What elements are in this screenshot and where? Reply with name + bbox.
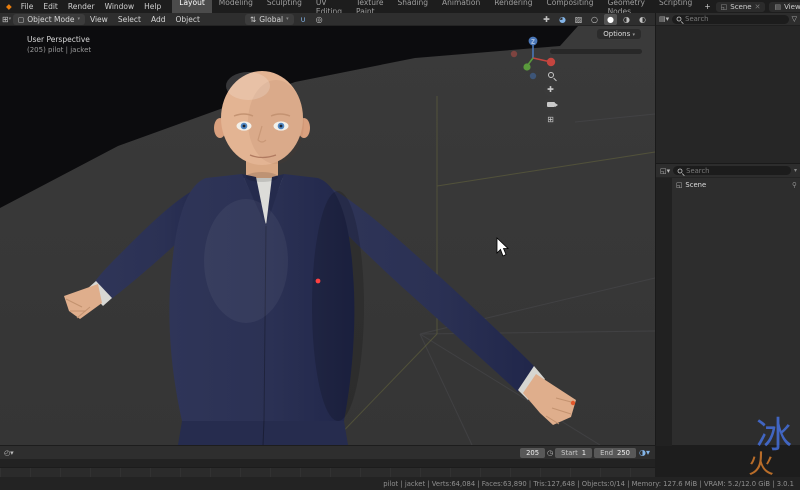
status-stats: pilot | jacket | Verts:64,084 | Faces:63… — [383, 480, 794, 488]
viewlayer-icon: ▤ — [774, 3, 781, 11]
orientation-dropdown[interactable]: ⇅Global▾ — [245, 14, 294, 25]
menu-render[interactable]: Render — [63, 2, 100, 11]
gizmos-toggle-icon[interactable]: ✚ — [540, 14, 553, 25]
pan-icon[interactable]: ✚ — [544, 83, 557, 96]
scene-icon: ◱ — [721, 3, 728, 11]
topbar: ◆ FileEditRenderWindowHelp LayoutModelin… — [0, 0, 800, 13]
status-bar: pilot | jacket | Verts:64,084 | Faces:63… — [0, 477, 800, 490]
viewlayer-selector[interactable]: ▤ViewLayer✕ — [769, 2, 800, 12]
orientation-icon: ⇅ — [250, 15, 256, 24]
mouse-cursor — [497, 238, 508, 256]
filter-icon[interactable]: ▽ — [792, 15, 797, 23]
view-label: User Perspective — [27, 35, 91, 45]
properties-tabs — [656, 178, 672, 446]
add-workspace-button[interactable]: + — [699, 2, 715, 11]
outliner: ▤▾ Search ▽ — [655, 13, 800, 163]
n-panel — [550, 49, 642, 54]
menu-edit[interactable]: Edit — [38, 2, 63, 11]
svg-text:Z: Z — [531, 40, 535, 46]
timeline-track[interactable] — [0, 468, 655, 477]
3d-viewport[interactable]: Z User Perspective (205) pilot | jacket … — [0, 26, 655, 445]
perspective-toggle-icon[interactable]: ⊞ — [544, 113, 557, 126]
timeline-view-icon[interactable]: ◑▾ — [638, 447, 651, 458]
snapping-magnet-icon[interactable]: ∪ — [297, 14, 310, 25]
viewport-menu-add[interactable]: Add — [146, 15, 171, 24]
object-mode-icon: ◻ — [18, 15, 24, 24]
frame-start-field[interactable]: Start1 — [555, 448, 592, 458]
proportional-editing-icon[interactable]: ◎ — [313, 14, 326, 25]
viewport-info: User Perspective (205) pilot | jacket — [27, 35, 91, 55]
properties-body: ◱ Scene ⚲ — [672, 178, 800, 446]
zoom-icon[interactable] — [544, 68, 557, 81]
blender-logo-icon[interactable]: ◆ — [0, 2, 16, 11]
properties-search-input[interactable]: Search — [673, 166, 791, 175]
shading-wireframe-icon[interactable]: ○ — [588, 14, 601, 25]
viewport-menu-select[interactable]: Select — [113, 15, 146, 24]
properties-editor: ◱▾ Search ▾ ◱ Scene ⚲ 冰 火 — [655, 163, 800, 445]
outliner-editor-icon[interactable]: ▤▾ — [659, 15, 669, 23]
outliner-header: ▤▾ Search ▽ — [656, 13, 800, 26]
menu-window[interactable]: Window — [100, 2, 140, 11]
viewport-header: ⊞▾ ◻Object Mode▾ ViewSelectAddObject ⇅Gl… — [0, 13, 655, 26]
shading-solid-icon[interactable]: ● — [604, 14, 617, 25]
frame-end-field[interactable]: End250 — [594, 448, 636, 458]
menu-help[interactable]: Help — [139, 2, 166, 11]
viewport-menu-view[interactable]: View — [85, 15, 113, 24]
outliner-search-input[interactable]: Search — [672, 15, 788, 24]
watermark-orange: 火 — [748, 444, 774, 481]
object-origin-dot — [316, 279, 321, 284]
camera-view-icon[interactable] — [544, 98, 557, 111]
properties-editor-icon[interactable]: ◱▾ — [660, 167, 670, 175]
overlays-toggle-icon[interactable]: ◕ — [556, 14, 569, 25]
timeline-header: ◴▾ 205 ◷ Start1 End250 ◑▾ — [0, 446, 655, 459]
breadcrumb: ◱ Scene ⚲ — [672, 178, 800, 191]
pin-icon[interactable]: ⚲ — [792, 181, 797, 189]
shading-rendered-icon[interactable]: ◐ — [636, 14, 649, 25]
menu-file[interactable]: File — [16, 2, 39, 11]
current-frame-field[interactable]: 205 — [520, 448, 545, 458]
viewport-menu-object[interactable]: Object — [170, 15, 204, 24]
keying-icon[interactable]: ◷ — [547, 449, 553, 457]
shading-material-icon[interactable]: ◑ — [620, 14, 633, 25]
options-button[interactable]: Options ▾ — [597, 29, 641, 39]
properties-header: ◱▾ Search ▾ — [656, 164, 800, 178]
timeline: ◴▾ 205 ◷ Start1 End250 ◑▾ — [0, 445, 655, 477]
scene-breadcrumb-icon: ◱ — [676, 181, 682, 189]
scene-selector[interactable]: ◱Scene✕ — [716, 2, 766, 12]
timeline-ruler[interactable] — [0, 459, 655, 468]
timeline-editor-icon[interactable]: ◴▾ — [0, 449, 18, 457]
xray-toggle-icon[interactable]: ▨ — [572, 14, 585, 25]
context-label: (205) pilot | jacket — [27, 45, 91, 55]
mode-dropdown[interactable]: ◻Object Mode▾ — [13, 14, 85, 25]
editor-type-selector[interactable]: ⊞▾ — [0, 14, 13, 25]
